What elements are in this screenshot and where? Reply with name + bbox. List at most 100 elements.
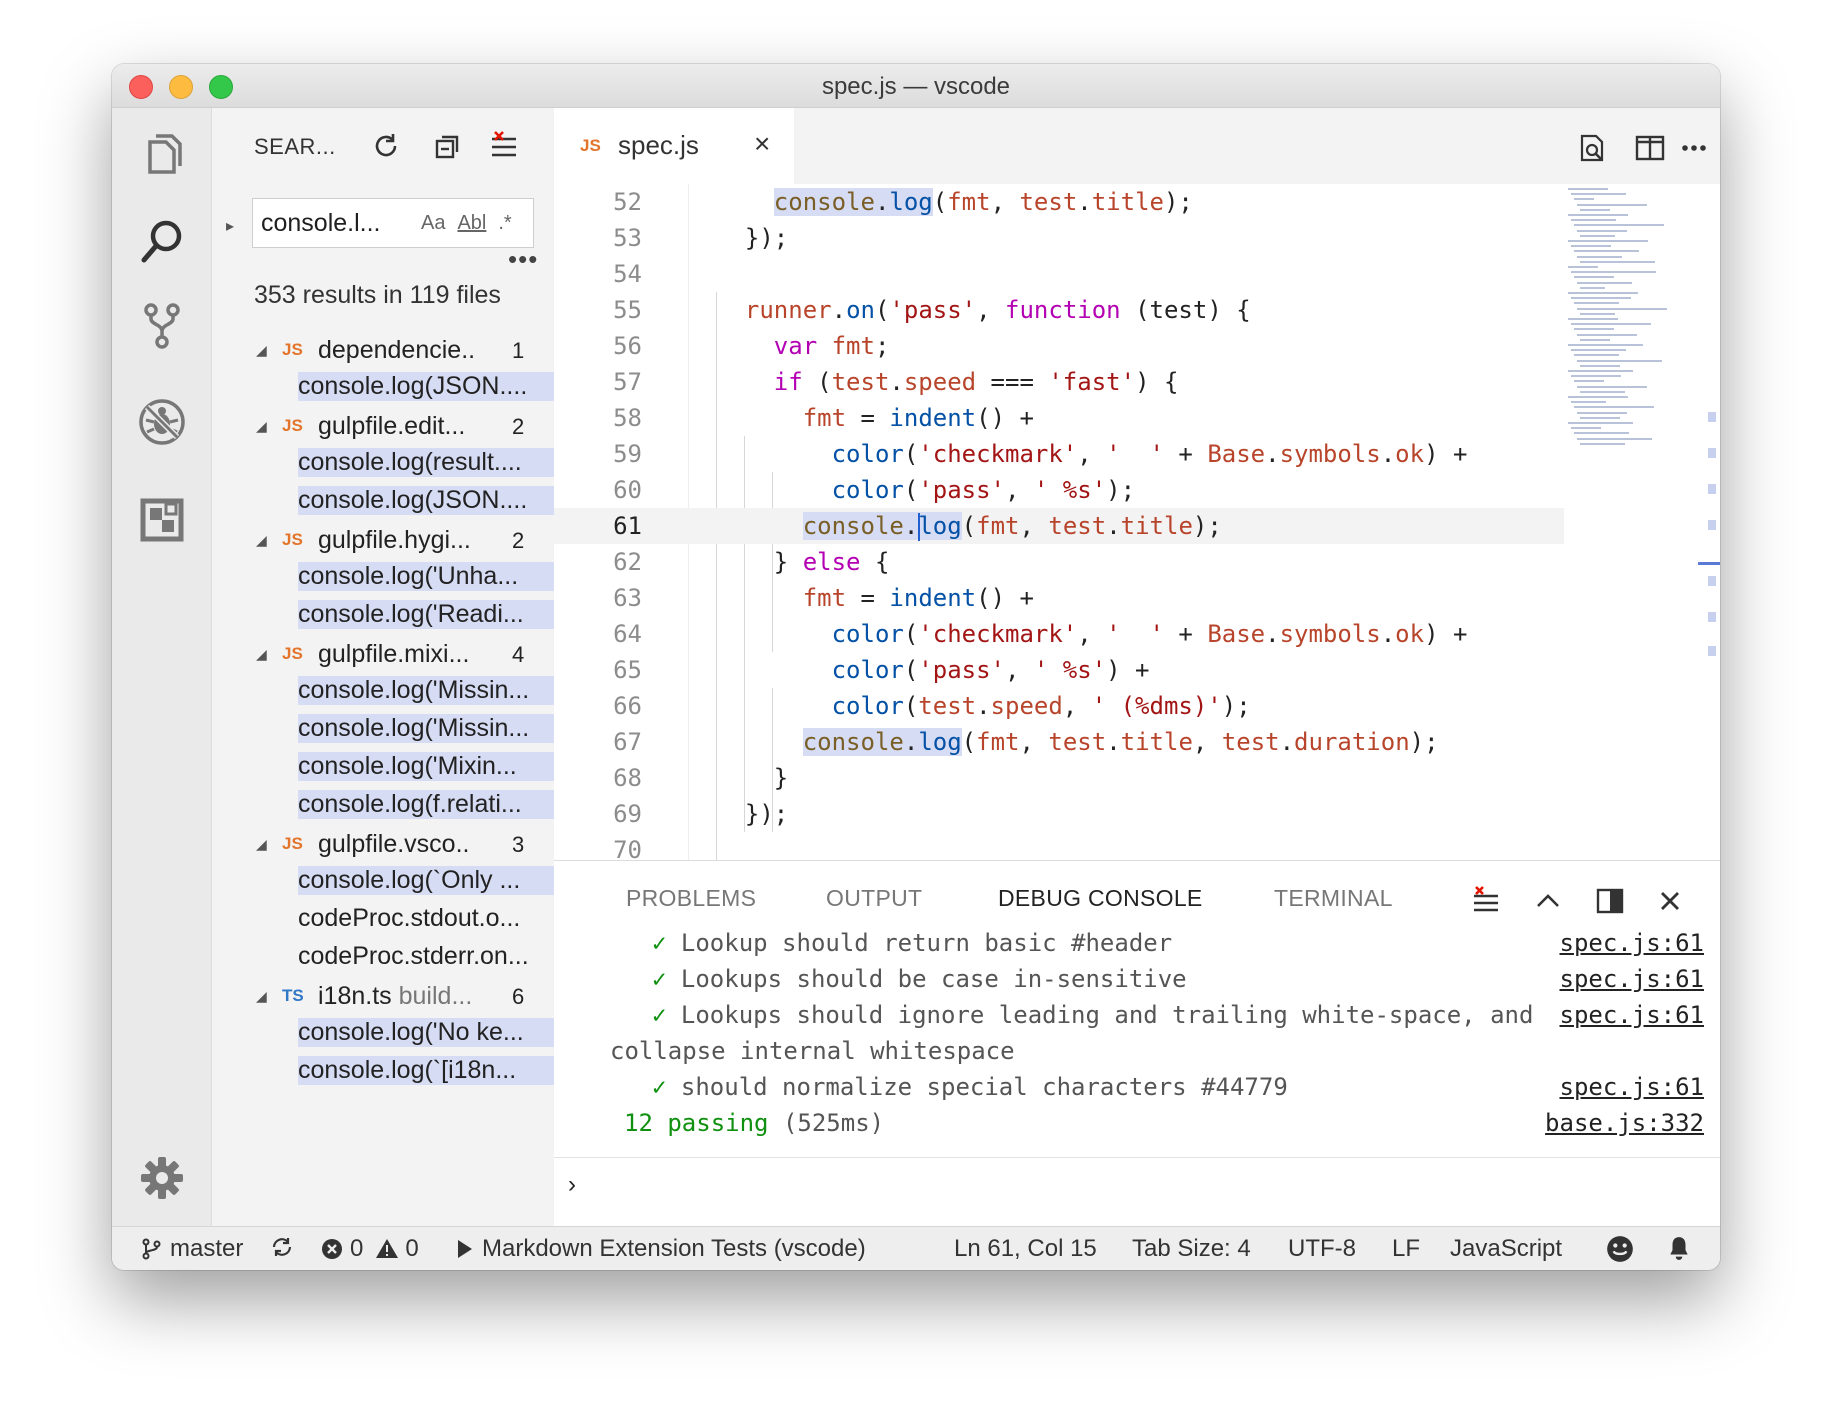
clear-console-icon[interactable] xyxy=(1466,881,1506,921)
expand-icon[interactable]: ◢ xyxy=(256,646,267,663)
match-text: console.log(result.... xyxy=(298,448,554,477)
launch-config-status[interactable]: Markdown Extension Tests (vscode) xyxy=(452,1235,866,1263)
match-text: codeProc.stderr.on... xyxy=(298,942,529,970)
refresh-icon[interactable] xyxy=(368,128,404,164)
console-source-link[interactable]: spec.js:61 xyxy=(1560,997,1705,1033)
minimap-line xyxy=(1580,234,1615,237)
console-text: collapse internal whitespace xyxy=(610,1037,1015,1065)
regex-toggle[interactable]: .* xyxy=(498,212,511,235)
match-count: 2 xyxy=(512,414,525,439)
line-number: 66 xyxy=(613,692,642,720)
expand-icon[interactable]: ◢ xyxy=(256,988,267,1005)
line-number: 67 xyxy=(613,728,642,756)
code-line: 67 console.log(fmt, test.title, test.dur… xyxy=(554,724,1564,760)
code-editor[interactable]: 52 console.log(fmt, test.title); 53 }); … xyxy=(554,184,1720,860)
line-number: 52 xyxy=(613,188,642,216)
editor-scrollbar[interactable] xyxy=(1698,184,1720,860)
expand-icon[interactable]: ◢ xyxy=(256,532,267,549)
close-panel-icon[interactable] xyxy=(1650,881,1690,921)
expand-icon[interactable]: ◢ xyxy=(256,418,267,435)
line-number: 58 xyxy=(613,404,642,432)
results-summary: 353 results in 119 files xyxy=(254,281,501,309)
line-number: 62 xyxy=(613,548,642,576)
feedback-smiley-icon[interactable] xyxy=(1606,1235,1640,1263)
console-text: Lookups should be case in-sensitive xyxy=(680,965,1187,993)
js-file-icon: JS xyxy=(282,340,303,359)
activity-bar xyxy=(112,108,212,1226)
explorer-icon[interactable] xyxy=(134,126,190,182)
minimap-line xyxy=(1574,198,1594,201)
console-line: ✓ should normalize special characters #4… xyxy=(652,1069,1288,1105)
cursor-position[interactable]: Ln 61, Col 15 xyxy=(954,1235,1097,1263)
code-line: 55 runner.on('pass', function (test) { xyxy=(554,292,1564,328)
toggle-panel-position-icon[interactable] xyxy=(1590,881,1630,921)
tab-problems[interactable]: PROBLEMS xyxy=(626,885,756,912)
collapse-all-icon[interactable] xyxy=(430,128,466,164)
more-actions-icon[interactable] xyxy=(1674,128,1714,168)
minimap[interactable] xyxy=(1564,184,1704,860)
tab-size[interactable]: Tab Size: 4 xyxy=(1132,1235,1251,1263)
line-number: 57 xyxy=(613,368,642,396)
sidebar-title: SEAR... xyxy=(254,134,336,159)
language-mode[interactable]: JavaScript xyxy=(1450,1235,1562,1263)
minimap-line xyxy=(1568,240,1648,242)
tab-output[interactable]: OUTPUT xyxy=(826,885,922,912)
code-line: 62 } else { xyxy=(554,544,1564,580)
minimap-line xyxy=(1574,250,1639,253)
tab-spec-js[interactable]: JS spec.js × xyxy=(554,108,794,184)
match-row[interactable]: console.log(`[i18n... xyxy=(212,1052,554,1096)
search-icon[interactable] xyxy=(134,214,190,270)
minimap-line xyxy=(1568,214,1628,216)
minimap-line xyxy=(1577,307,1667,310)
encoding[interactable]: UTF-8 xyxy=(1288,1235,1356,1263)
search-details-toggle[interactable]: ••• xyxy=(508,246,538,272)
tab-terminal[interactable]: TERMINAL xyxy=(1274,885,1393,912)
split-editor-icon[interactable] xyxy=(1630,128,1670,168)
file-name-text: i18n.ts xyxy=(318,982,392,1010)
line-number: 69 xyxy=(613,800,642,828)
console-source-link[interactable]: spec.js:61 xyxy=(1560,925,1705,961)
code-line: 65 color('pass', ' %s') + xyxy=(554,652,1564,688)
notifications-bell-icon[interactable] xyxy=(1666,1235,1698,1261)
sync-icon[interactable] xyxy=(270,1235,300,1259)
ts-file-icon: TS xyxy=(282,986,304,1005)
problems-status[interactable]: 0 0 xyxy=(320,1235,419,1263)
gear-icon[interactable] xyxy=(134,1150,190,1206)
match-case-toggle[interactable]: Aa xyxy=(421,212,445,235)
minimap-line xyxy=(1580,208,1610,211)
search-input[interactable]: console.l... Aa Abl .* xyxy=(252,198,534,248)
extensions-icon[interactable] xyxy=(134,492,190,548)
console-input-prompt-icon[interactable]: › xyxy=(568,1171,576,1199)
play-icon xyxy=(458,1240,472,1258)
scroll-match-marker xyxy=(1708,520,1716,530)
code-text: }); xyxy=(716,224,789,252)
line-number: 53 xyxy=(613,224,642,252)
code-line: 57 if (test.speed === 'fast') { xyxy=(554,364,1564,400)
line-number: 63 xyxy=(613,584,642,612)
minimap-line xyxy=(1577,229,1627,232)
branch-status[interactable]: master xyxy=(140,1235,243,1263)
whole-word-toggle[interactable]: Abl xyxy=(457,212,486,235)
source-control-icon[interactable] xyxy=(134,298,190,354)
console-source-link[interactable]: spec.js:61 xyxy=(1560,1069,1705,1105)
minimap-line xyxy=(1571,271,1656,274)
git-branch-icon xyxy=(142,1238,161,1260)
maximize-panel-icon[interactable] xyxy=(1528,881,1568,921)
code-text: fmt = indent() + xyxy=(802,404,1034,432)
debug-icon[interactable] xyxy=(134,394,190,450)
expand-icon[interactable]: ◢ xyxy=(256,836,267,853)
end-of-line[interactable]: LF xyxy=(1392,1235,1420,1263)
expand-icon[interactable]: ◢ xyxy=(256,342,267,359)
open-preview-icon[interactable] xyxy=(1572,128,1612,168)
minimap-line xyxy=(1571,401,1606,404)
clear-results-icon[interactable] xyxy=(486,128,522,164)
minimap-line xyxy=(1568,318,1618,320)
close-tab-icon[interactable]: × xyxy=(754,128,770,160)
check-icon: ✓ xyxy=(652,1001,667,1029)
file-name: gulpfile.vsco.. xyxy=(318,830,470,858)
console-source-link[interactable]: base.js:332 xyxy=(1545,1105,1704,1141)
tab-debug-console[interactable]: DEBUG CONSOLE xyxy=(998,885,1203,912)
match-text: codeProc.stdout.o... xyxy=(298,904,521,932)
console-source-link[interactable]: spec.js:61 xyxy=(1560,961,1705,997)
replace-toggle-icon[interactable]: ▸ xyxy=(226,216,242,236)
